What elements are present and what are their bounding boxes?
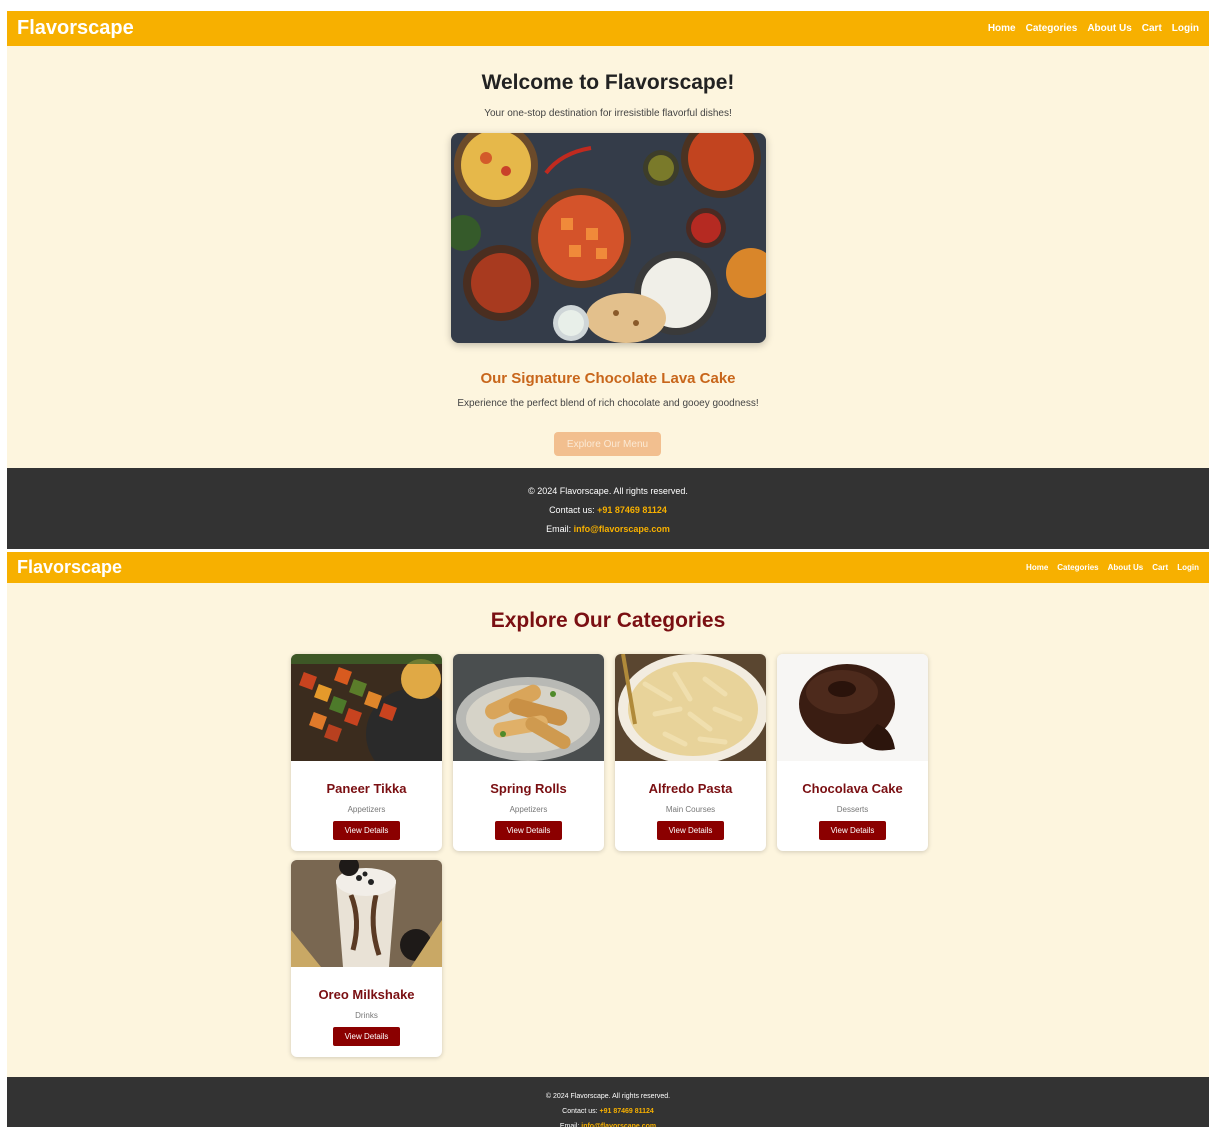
card-category: Appetizers [347,805,386,814]
footer-email: Email: info@flavorscape.com [7,1123,1209,1127]
card-category: Appetizers [509,805,548,814]
nav-cart-link[interactable]: Cart [1152,563,1168,572]
brand-logo[interactable]: Flavorscape [17,557,122,578]
card-name: Spring Rolls [490,781,567,796]
category-card-alfredo-pasta: Alfredo Pasta Main Courses View Details [615,654,766,851]
footer-email: Email: info@flavorscape.com [546,524,670,534]
card-name: Paneer Tikka [326,781,407,796]
view-details-button[interactable]: View Details [333,1027,400,1046]
footer-email-link[interactable]: info@flavorscape.com [574,524,670,534]
nav-categories-link[interactable]: Categories [1057,563,1098,572]
footer-contact: Contact us: +91 87469 81124 [549,505,667,515]
footer-copyright: © 2024 Flavorscape. All rights reserved. [545,1093,671,1100]
footer: © 2024 Flavorscape. All rights reserved.… [7,468,1209,549]
paneer-tikka-image [291,654,442,779]
categories-page-screenshot: Flavorscape Home Categories About Us Car… [7,552,1209,1127]
nav-about-link[interactable]: About Us [1108,563,1144,572]
footer-contact: Contact us: +91 87469 81124 [562,1108,654,1115]
nav-home-link[interactable]: Home [988,23,1016,34]
category-card-paneer-tikka: Paneer Tikka Appetizers View Details [291,654,442,851]
categories-title: Explore Our Categories [490,609,726,632]
nav-links: Home Categories About Us Cart Login [988,23,1199,34]
oreo-milkshake-image [291,860,442,967]
nav-links: Home Categories About Us Cart Login [1026,563,1199,572]
hero-title: Welcome to Flavorscape! [481,71,735,94]
footer-phone-link[interactable]: +91 87469 81124 [597,505,667,515]
card-name: Alfredo Pasta [648,781,733,796]
feature-title: Our Signature Chocolate Lava Cake [480,370,736,387]
category-card-chocolava-cake: Chocolava Cake Desserts View Details [777,654,928,851]
navbar: Flavorscape Home Categories About Us Car… [7,552,1209,583]
card-category: Drinks [355,1011,378,1020]
hero-food-image [451,133,766,343]
spring-rolls-image [453,654,604,761]
view-details-button[interactable]: View Details [819,821,886,840]
chocolava-cake-image [777,654,928,761]
footer-copyright: © 2024 Flavorscape. All rights reserved. [528,486,688,496]
nav-cart-link[interactable]: Cart [1142,23,1162,34]
view-details-button[interactable]: View Details [333,821,400,840]
nav-about-link[interactable]: About Us [1087,23,1131,34]
nav-categories-link[interactable]: Categories [1026,23,1078,34]
navbar: Flavorscape Home Categories About Us Car… [7,11,1209,46]
view-details-button[interactable]: View Details [657,821,724,840]
feature-description: Experience the perfect blend of rich cho… [457,398,759,409]
nav-login-link[interactable]: Login [1172,23,1199,34]
card-category: Main Courses [665,805,716,814]
hero-subtitle: Your one-stop destination for irresistib… [484,108,732,119]
card-name: Chocolava Cake [802,781,903,796]
explore-menu-button[interactable]: Explore Our Menu [554,432,661,456]
home-page-screenshot: Flavorscape Home Categories About Us Car… [7,11,1209,549]
category-card-spring-rolls: Spring Rolls Appetizers View Details [453,654,604,851]
nav-home-link[interactable]: Home [1026,563,1048,572]
category-card-oreo-milkshake: Oreo Milkshake Drinks View Details [291,860,442,1057]
brand-logo[interactable]: Flavorscape [17,17,134,40]
card-category: Desserts [836,805,869,814]
footer-email-link[interactable]: info@flavorscape.com [581,1123,656,1127]
view-details-button[interactable]: View Details [495,821,562,840]
footer: © 2024 Flavorscape. All rights reserved.… [7,1077,1209,1127]
nav-login-link[interactable]: Login [1177,563,1199,572]
footer-phone-link[interactable]: +91 87469 81124 [600,1108,654,1115]
alfredo-pasta-image [615,654,766,764]
card-name: Oreo Milkshake [318,987,415,1002]
